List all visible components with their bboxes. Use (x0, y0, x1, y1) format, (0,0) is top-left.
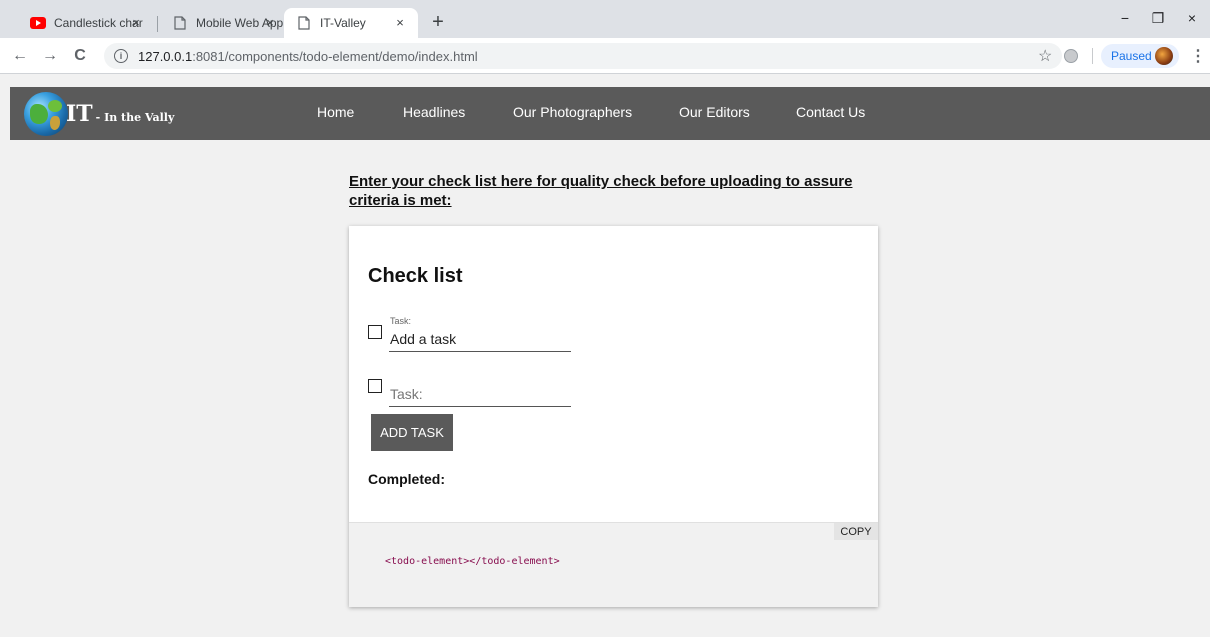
forward-icon[interactable]: → (40, 46, 60, 66)
add-task-button[interactable]: ADD TASK (371, 414, 453, 451)
url-path: :8081/components/todo-element/demo/index… (192, 48, 478, 64)
card-title: Check list (368, 265, 463, 287)
close-icon[interactable]: × (128, 15, 144, 30)
page-icon (172, 15, 188, 31)
task-1-label: Task: (390, 316, 412, 326)
restore-icon[interactable]: ❐ (1148, 10, 1168, 27)
globe-logo-icon[interactable] (24, 92, 68, 136)
profile-label: Paused (1111, 49, 1152, 63)
todo-card: Check list Task: Add a task Task: ADD TA… (349, 226, 878, 607)
nav-our-editors[interactable]: Our Editors (679, 104, 750, 120)
copy-button[interactable]: COPY (834, 523, 878, 540)
window-close-icon[interactable]: × (1182, 10, 1202, 26)
reload-icon[interactable]: C (70, 46, 90, 66)
tab-candlestick[interactable]: Candlestick char × (18, 8, 154, 38)
site-header: IT - In the Vally Home Headlines Our Pho… (10, 87, 1210, 140)
tab-mobile-web-app[interactable]: Mobile Web App × (160, 8, 288, 38)
tab-it-valley[interactable]: IT-Valley × (284, 8, 418, 38)
task-2-placeholder: Task: (390, 386, 423, 402)
code-open-tag: <todo-element> (385, 556, 470, 567)
close-icon[interactable]: × (392, 15, 408, 30)
new-tab-icon[interactable]: + (428, 12, 448, 32)
browser-toolbar: ← → C i 127.0.0.1 :8081/components/todo-… (0, 38, 1210, 74)
toolbar-divider (1092, 48, 1093, 64)
url-host: 127.0.0.1 (138, 48, 193, 64)
nav-contact-us[interactable]: Contact Us (796, 104, 865, 120)
bookmark-star-icon[interactable]: ☆ (1038, 46, 1052, 66)
task-1-input[interactable]: Task: Add a task (389, 315, 571, 352)
profile-button[interactable]: Paused (1101, 44, 1179, 68)
extension-icon[interactable] (1064, 49, 1078, 63)
code-close-tag: </todo-element> (469, 556, 560, 567)
task-1-checkbox[interactable] (368, 325, 382, 339)
task-2-checkbox[interactable] (368, 379, 382, 393)
nav-headlines[interactable]: Headlines (403, 104, 465, 120)
brand-title: IT (66, 101, 93, 127)
minimize-icon[interactable]: − (1115, 10, 1135, 26)
intro-heading: Enter your check list here for quality c… (349, 173, 853, 209)
browser-tab-strip: Candlestick char × Mobile Web App × IT-V… (0, 0, 1210, 38)
nav-our-photographers[interactable]: Our Photographers (513, 104, 632, 120)
task-1-value: Add a task (390, 331, 457, 347)
youtube-icon (30, 15, 46, 31)
menu-dots-icon[interactable]: ⋮ (1190, 46, 1206, 66)
tab-title: IT-Valley (320, 16, 366, 30)
site-brand[interactable]: IT - In the Vally (66, 101, 174, 127)
nav-home[interactable]: Home (317, 104, 354, 120)
tab-divider (157, 16, 158, 32)
back-icon[interactable]: ← (10, 46, 30, 66)
task-2-input[interactable]: Task: (389, 376, 571, 407)
close-icon[interactable]: × (262, 15, 278, 30)
address-bar[interactable]: i 127.0.0.1 :8081/components/todo-elemen… (104, 43, 1062, 69)
brand-subtitle: - In the Vally (95, 111, 175, 124)
info-icon[interactable]: i (114, 49, 128, 63)
code-text: <todo-element></todo-element> (385, 556, 560, 567)
page-icon (296, 15, 312, 31)
code-snippet: COPY <todo-element></todo-element> (349, 522, 878, 607)
completed-heading: Completed: (368, 471, 445, 487)
avatar (1155, 47, 1173, 65)
